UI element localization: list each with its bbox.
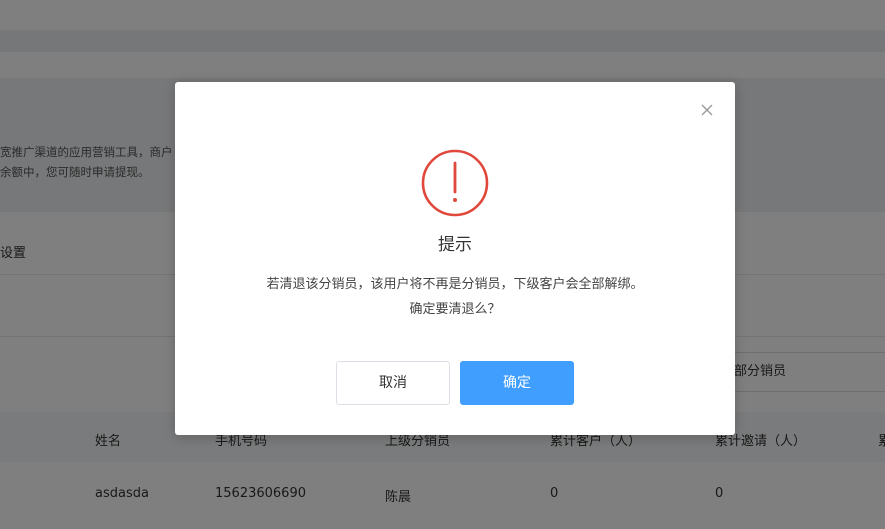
warning-circle-icon xyxy=(420,148,490,218)
confirm-button[interactable]: 确定 xyxy=(460,361,574,405)
dialog-title: 提示 xyxy=(438,235,472,255)
dialog-message: 若清退该分销员，该用户将不再是分销员，下级客户会全部解绑。 确定要清退么？ xyxy=(266,277,644,317)
confirm-dialog: 提示 若清退该分销员，该用户将不再是分销员，下级客户会全部解绑。 确定要清退么？… xyxy=(175,82,735,435)
cancel-button[interactable]: 取消 xyxy=(336,361,450,405)
close-icon[interactable] xyxy=(697,100,717,120)
